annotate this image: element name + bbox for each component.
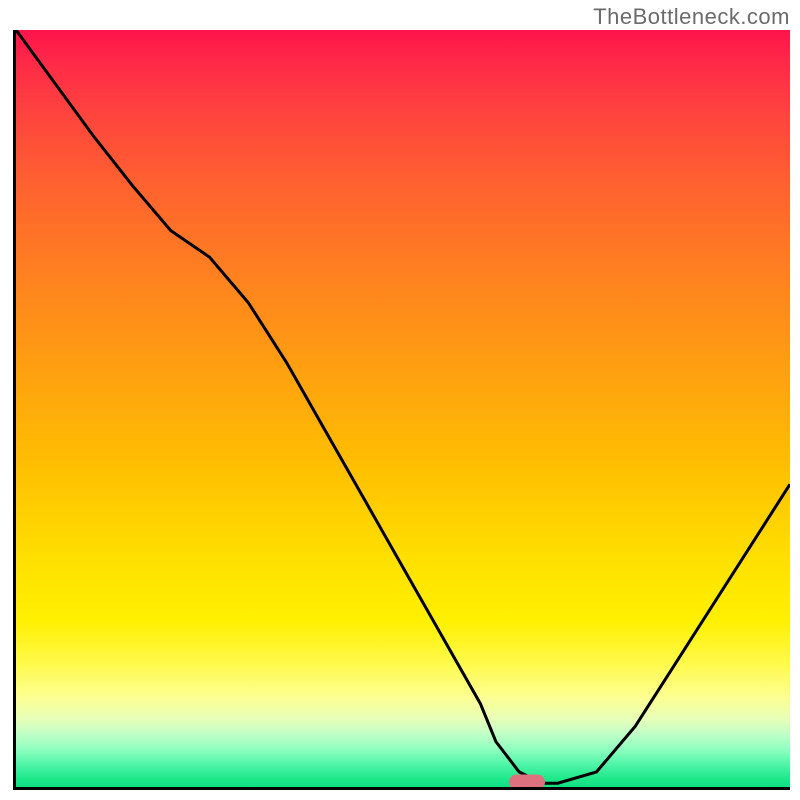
watermark-text: TheBottleneck.com [593, 4, 790, 30]
bottleneck-curve [16, 30, 790, 783]
plot-area [13, 30, 790, 790]
optimum-marker [509, 774, 545, 789]
curve-svg [16, 30, 790, 787]
